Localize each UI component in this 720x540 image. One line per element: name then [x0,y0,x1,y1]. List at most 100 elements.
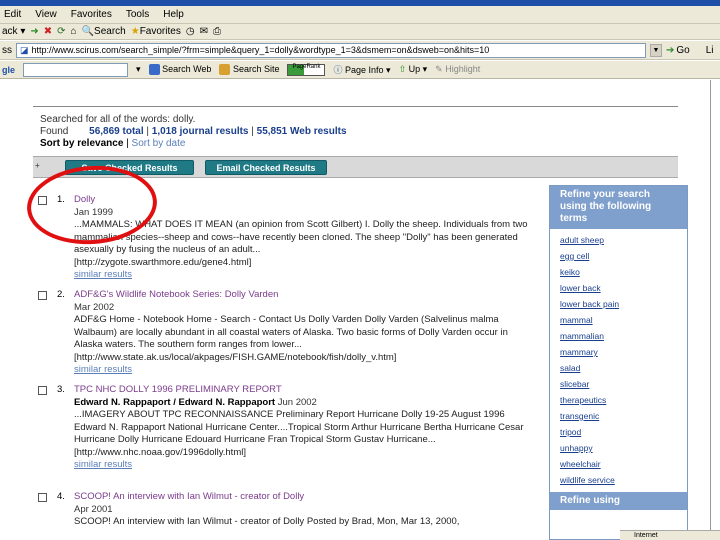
refine-term[interactable]: transgenic [550,408,687,424]
similar-results-link[interactable]: similar results [74,459,538,472]
address-url: http://www.scirus.com/search_simple/?frm… [31,44,490,55]
similar-results-link[interactable]: similar results [74,269,538,282]
star-icon: ★ [130,26,140,37]
address-input[interactable]: ◪ http://www.scirus.com/search_simple/?f… [16,42,646,58]
search-site-label: Search Site [232,63,280,74]
refine-heading: Refine your search using the following t… [550,186,687,229]
forward-icon[interactable]: ➜ [30,26,38,37]
result-authors: Edward N. Rappaport / Edward N. Rappapor… [74,397,538,410]
status-bar: Internet [620,530,720,540]
result-item: 2. ADF&G's Wildlife Notebook Series: Dol… [38,289,538,377]
refine-term[interactable]: therapeutics [550,392,687,408]
result-url: [http://www.state.ak.us/local/akpages/FI… [74,351,397,363]
result-item: 3. TPC NHC DOLLY 1996 PRELIMINARY REPORT… [38,384,538,472]
pagerank-meter[interactable]: PageRank [287,63,326,76]
page-info-button[interactable]: ⓘ Page Info ▾ [333,63,390,76]
result-item: 4. SCOOP! An interview with Ian Wilmut -… [38,491,538,529]
favorites-button[interactable]: ★Favorites [131,26,181,37]
result-checkbox[interactable] [38,291,47,300]
similar-results-link[interactable]: similar results [74,364,538,377]
result-snippet: ...IMAGERY ABOUT TPC RECONNAISSANCE Prel… [74,409,524,445]
up-icon: ⇧ [398,64,407,74]
home-icon[interactable]: ⌂ [71,26,77,37]
found-line: Found 56,869 total | 1,018 journal resul… [40,126,347,137]
up-label: Up [408,64,421,74]
search-label: Search [94,26,126,37]
result-authors-text: Edward N. Rappaport / Edward N. Rappapor… [74,396,276,408]
google-dropdown-icon[interactable]: ▾ [136,64,141,75]
result-title-link[interactable]: SCOOP! An interview with Ian Wilmut - cr… [74,491,538,504]
history-icon[interactable]: ◷ [186,26,195,37]
refine-term[interactable]: mammalian [550,328,687,344]
pagerank-label: PageRank [292,63,321,70]
menu-view[interactable]: View [35,9,57,20]
links-label[interactable]: Li [706,45,714,56]
favorites-label: Favorites [139,26,181,37]
refine-term[interactable]: tripod [550,424,687,440]
refine-term[interactable]: wildlife service [550,472,687,488]
page-info-label: Page Info [345,65,384,75]
highlight-button[interactable]: ✎ Highlight [435,64,480,75]
refine-term[interactable]: unhappy [550,440,687,456]
highlight-label: Highlight [445,64,481,74]
refine-terms-list: adult sheep egg cell keiko lower back lo… [550,229,687,488]
refine-term[interactable]: wheelchair [550,456,687,472]
search-web-button[interactable]: Search Web [148,64,211,76]
result-checkbox[interactable] [38,493,47,502]
back-label: ack [2,26,18,37]
sort-line: Sort by relevance | Sort by date [40,138,186,149]
result-title-link[interactable]: ADF&G's Wildlife Notebook Series: Dolly … [74,289,538,302]
result-snippet: SCOOP! An interview with Ian Wilmut - cr… [74,516,460,527]
menu-bar: Edit View Favorites Tools Help [0,6,720,24]
total-count: 56,869 total [89,126,144,137]
refine-term[interactable]: adult sheep [550,232,687,248]
refine-term[interactable]: mammary [550,344,687,360]
search-button[interactable]: 🔍Search [82,26,126,37]
result-date: Jun 2002 [277,396,317,408]
refine-term[interactable]: slicebar [550,376,687,392]
result-title-link[interactable]: TPC NHC DOLLY 1996 PRELIMINARY REPORT [74,384,538,397]
journal-results-link[interactable]: 1,018 journal results [152,126,249,137]
searched-for-text: Searched for all of the words: dolly. [40,114,196,125]
result-checkbox[interactable] [38,386,47,395]
result-url: [http://zygote.swarthmore.edu/gene4.html… [74,256,252,268]
go-button[interactable]: ➔ Go [666,45,690,56]
email-checked-button[interactable]: Email Checked Results [205,160,327,175]
back-button[interactable]: ack ▾ [2,26,25,37]
result-snippet: ADF&G Home - Notebook Home - Search - Co… [74,314,508,350]
menu-favorites[interactable]: Favorites [71,9,112,20]
result-date: Mar 2002 [74,301,115,313]
google-search-input[interactable] [23,62,129,77]
menu-edit[interactable]: Edit [4,9,21,20]
marker-icon: + [35,161,40,170]
info-icon: ⓘ [333,65,343,75]
refresh-icon[interactable]: ⟳ [57,26,65,37]
result-date: Apr 2001 [74,503,113,515]
menu-help[interactable]: Help [163,9,184,20]
google-label: gle [2,64,16,75]
up-button[interactable]: ⇧ Up ▾ [399,64,428,75]
refine-term[interactable]: salad [550,360,687,376]
sort-relevance: Sort by relevance [40,138,124,149]
result-url: [http://www.nhc.noaa.gov/1996dolly.html] [74,446,246,458]
stop-icon[interactable]: ✖ [44,26,52,37]
address-dropdown-icon[interactable]: ▼ [650,43,662,57]
sort-by-date-link[interactable]: Sort by date [132,138,186,149]
result-number: 3. [57,384,65,395]
mail-icon[interactable]: ✉ [200,26,208,37]
refine-term[interactable]: egg cell [550,248,687,264]
standard-toolbar: ack ▾ ➜ ✖ ⟳ ⌂ 🔍Search ★Favorites ◷ ✉ ⎙ [0,24,720,40]
result-number: 2. [57,289,65,300]
web-results-link[interactable]: 55,851 Web results [257,126,347,137]
address-label: ss [2,44,12,56]
search-site-button[interactable]: Search Site [219,63,280,76]
scrollbar[interactable] [710,80,720,540]
refine-term[interactable]: lower back pain [550,296,687,312]
refine-term[interactable]: mammal [550,312,687,328]
refine-term[interactable]: keiko [550,264,687,280]
print-icon[interactable]: ⎙ [213,26,221,37]
menu-tools[interactable]: Tools [126,9,149,20]
refine-term[interactable]: lower back [550,280,687,296]
chevron-down-icon: ▾ [20,26,26,37]
go-label: Go [676,44,690,56]
